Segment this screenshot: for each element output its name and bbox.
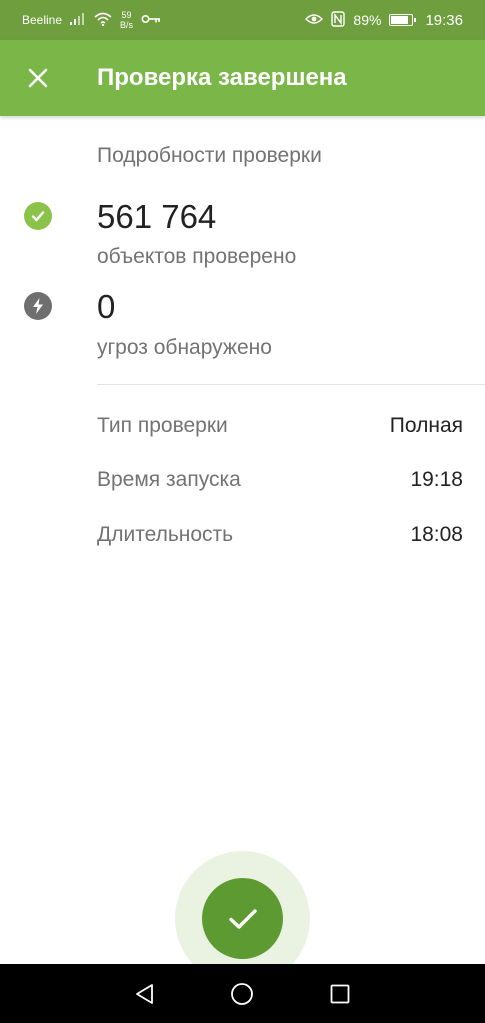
section-title: Подробности проверки	[97, 144, 322, 167]
battery-icon	[389, 14, 417, 26]
back-button[interactable]	[125, 974, 165, 1014]
detail-row-start-time: Время запуска 19:18	[97, 465, 463, 495]
navigation-bar	[0, 964, 485, 1023]
done-button[interactable]	[202, 878, 283, 959]
nfc-icon	[331, 10, 346, 30]
eye-icon	[305, 13, 324, 28]
scanned-objects-count: 561 764	[97, 198, 217, 235]
status-bar: Beeline 59 B/s 89% 19:36	[0, 0, 485, 40]
status-time: 19:36	[425, 11, 463, 29]
battery-percent: 89%	[353, 12, 382, 28]
detail-row-duration: Длительность 18:08	[97, 520, 463, 550]
status-right: 89% 19:36	[305, 10, 463, 30]
network-speed-unit: B/s	[120, 20, 134, 30]
network-speed: 59 B/s	[120, 10, 133, 30]
threats-label: угроз обнаружено	[97, 336, 272, 359]
close-button[interactable]	[0, 40, 76, 116]
scanned-objects-label: объектов проверено	[97, 245, 297, 268]
lightning-icon	[24, 292, 52, 320]
key-icon	[141, 13, 161, 27]
recents-square-icon	[330, 984, 350, 1003]
status-left: Beeline 59 B/s	[22, 10, 161, 30]
detail-value: 19:18	[410, 468, 463, 491]
recents-button[interactable]	[320, 974, 360, 1014]
home-button[interactable]	[222, 974, 262, 1014]
home-circle-icon	[231, 982, 254, 1005]
close-icon	[28, 68, 48, 88]
detail-value: 18:08	[410, 523, 463, 546]
checkmark-icon	[228, 908, 257, 929]
carrier-name: Beeline	[22, 13, 63, 27]
back-triangle-icon	[135, 983, 153, 1004]
divider	[97, 384, 485, 385]
network-speed-value: 59	[121, 10, 132, 20]
detail-row-scan-type: Тип проверки Полная	[97, 411, 463, 441]
page-title: Проверка завершена	[97, 64, 347, 91]
threats-count: 0	[97, 288, 116, 325]
detail-label: Тип проверки	[97, 414, 228, 437]
wifi-icon	[94, 12, 112, 29]
detail-label: Время запуска	[97, 468, 241, 491]
app-bar: Проверка завершена	[0, 40, 485, 116]
detail-value: Полная	[389, 414, 463, 437]
signal-icon	[70, 12, 86, 28]
detail-label: Длительность	[97, 523, 234, 546]
check-circle-icon	[24, 202, 52, 230]
